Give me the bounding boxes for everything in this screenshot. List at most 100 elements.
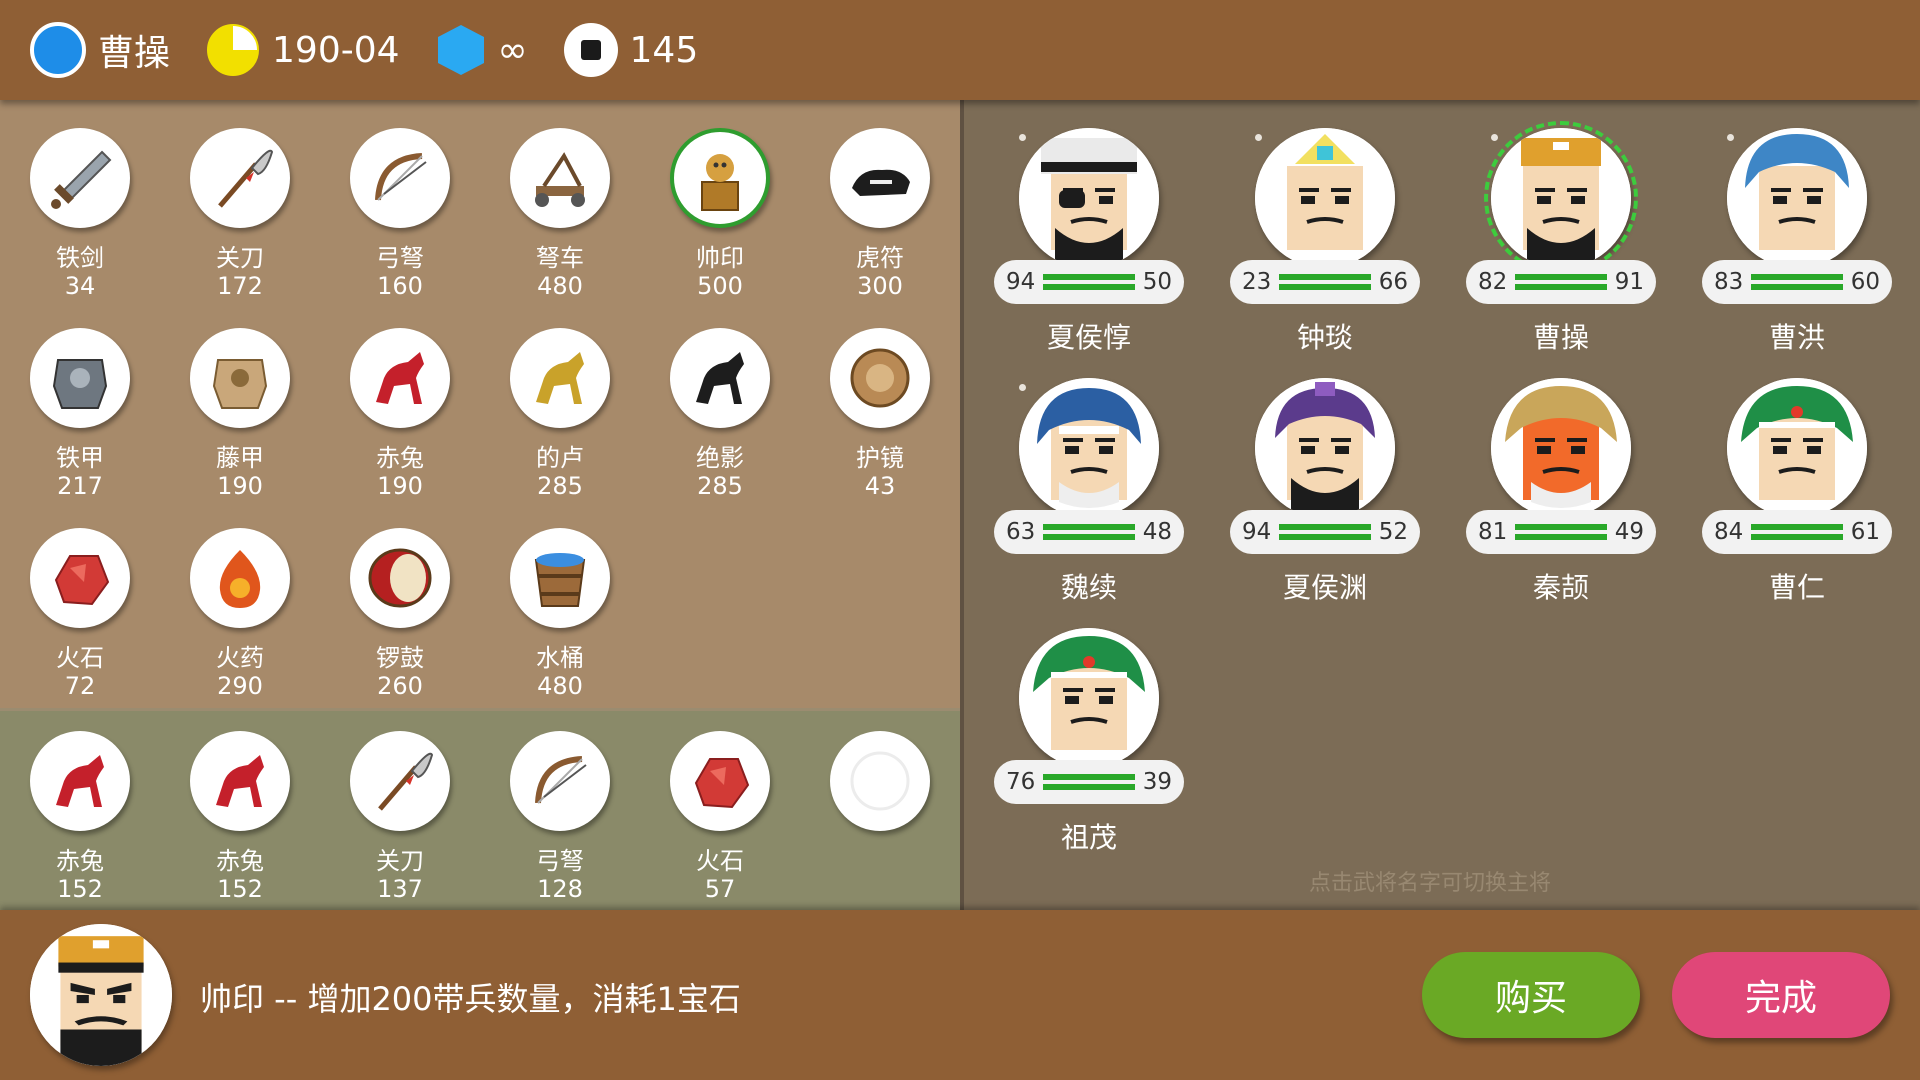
general-stats: 94 52 [1230,510,1420,554]
shop-item-name: 铁甲 [56,444,104,472]
bow-icon[interactable] [350,128,450,228]
shop-item[interactable]: 弓弩 160 [330,128,470,318]
general-name[interactable]: 魏续 [994,566,1184,606]
bow-icon[interactable] [510,731,610,831]
general-name[interactable]: 夏侯渊 [1230,566,1420,606]
general-name[interactable]: 祖茂 [994,816,1184,856]
general-portrait[interactable] [1255,128,1395,268]
general-portrait[interactable] [1727,378,1867,518]
shop-item-price: 34 [64,272,96,300]
general-card[interactable]: 23 66 钟琰 [1230,128,1420,358]
clock-icon [207,24,260,76]
general-name[interactable]: 曹洪 [1702,316,1892,356]
shop-item[interactable]: 火石 72 [10,528,150,718]
black-horse-icon[interactable] [670,328,770,428]
general-stat-right: 49 [1614,519,1644,545]
guandao-icon[interactable] [350,731,450,831]
general-portrait[interactable] [1484,121,1638,275]
gunpowder-icon[interactable] [190,528,290,628]
general-stat-bars [1515,524,1607,540]
shop-item[interactable]: 虎符 300 [810,128,950,318]
shop-item-name: 火药 [216,644,264,672]
general-card[interactable]: 84 61 曹仁 [1702,378,1892,608]
empty-slot-icon[interactable] [830,731,930,831]
general-name[interactable]: 曹仁 [1702,566,1892,606]
general-face-icon [1727,378,1867,518]
seal-icon[interactable] [670,128,770,228]
shop-item[interactable]: 水桶 480 [490,528,630,718]
shop-item[interactable]: 关刀 172 [170,128,310,318]
general-portrait[interactable] [1019,378,1159,518]
flint-icon[interactable] [30,528,130,628]
inventory-item[interactable] [810,731,950,921]
shop-item-name: 火石 [56,644,104,672]
iron-armor-icon[interactable] [30,328,130,428]
general-portrait[interactable] [1019,128,1159,268]
general-card[interactable]: 63 48 魏续 [994,378,1184,608]
general-stat-bars [1279,274,1371,290]
red-horse-icon[interactable] [190,731,290,831]
inventory-item[interactable]: 赤兔 152 [170,731,310,921]
red-horse-icon[interactable] [30,731,130,831]
date-value: 190-04 [272,29,400,71]
general-name[interactable]: 曹操 [1466,316,1656,356]
inventory-item-price: 128 [537,875,583,903]
mirror-icon[interactable] [830,328,930,428]
shop-item[interactable]: 铁剑 34 [10,128,150,318]
done-button[interactable]: 完成 [1672,952,1890,1038]
shop-item[interactable]: 锣鼓 260 [330,528,470,718]
general-face-icon [1491,378,1631,518]
shop-item[interactable]: 绝影 285 [650,328,790,518]
general-name[interactable]: 秦颉 [1466,566,1656,606]
general-card[interactable]: 83 60 曹洪 [1702,128,1892,358]
inventory-item[interactable]: 赤兔 152 [10,731,150,921]
general-card[interactable]: 81 49 秦颉 [1466,378,1656,608]
general-face-icon [1255,128,1395,268]
yellow-horse-icon[interactable] [510,328,610,428]
tiger-tally-icon[interactable] [830,128,930,228]
drum-icon[interactable] [350,528,450,628]
bucket-icon[interactable] [510,528,610,628]
inventory-item-name: 火石 [696,847,744,875]
inventory-item[interactable]: 弓弩 128 [490,731,630,921]
shop-item-name: 护镜 [856,444,904,472]
general-stat-left: 83 [1714,269,1744,295]
shop-item[interactable]: 的卢 285 [490,328,630,518]
general-stats: 76 39 [994,760,1184,804]
inventory-item[interactable]: 火石 57 [650,731,790,921]
shop-item-price: 285 [537,472,583,500]
rattan-armor-icon[interactable] [190,328,290,428]
general-portrait[interactable] [1255,378,1395,518]
general-card[interactable]: 94 50 夏侯惇 [994,128,1184,358]
shop-item[interactable]: 赤兔 190 [330,328,470,518]
general-name[interactable]: 夏侯惇 [994,316,1184,356]
shop-item-name: 锣鼓 [376,644,424,672]
general-card[interactable]: 76 39 祖茂 [994,628,1184,858]
general-stat-bars [1515,274,1607,290]
ballista-icon[interactable] [510,128,610,228]
general-card[interactable]: 82 91 曹操 [1466,121,1656,358]
general-card[interactable]: 94 52 夏侯渊 [1230,378,1420,608]
shop-item-name: 帅印 [696,244,744,272]
general-portrait[interactable] [1019,628,1159,768]
inventory-item-name: 弓弩 [536,847,584,875]
red-horse-icon[interactable] [350,328,450,428]
shop-item[interactable]: 帅印 500 [650,128,790,318]
shop-item[interactable]: 弩车 480 [490,128,630,318]
general-name[interactable]: 钟琰 [1230,316,1420,356]
shop-item[interactable]: 火药 290 [170,528,310,718]
shop-item-price: 300 [857,272,903,300]
sword-icon[interactable] [30,128,130,228]
troops-value: 145 [629,29,699,71]
shop-item[interactable]: 铁甲 217 [10,328,150,518]
flint-icon[interactable] [670,731,770,831]
shop-item[interactable]: 护镜 43 [810,328,950,518]
general-face-icon [1727,128,1867,268]
shop-item[interactable]: 藤甲 190 [170,328,310,518]
general-portrait[interactable] [1491,378,1631,518]
shop-item-price: 290 [217,672,263,700]
buy-button[interactable]: 购买 [1422,952,1640,1038]
inventory-item[interactable]: 关刀 137 [330,731,470,921]
general-portrait[interactable] [1727,128,1867,268]
guandao-icon[interactable] [190,128,290,228]
